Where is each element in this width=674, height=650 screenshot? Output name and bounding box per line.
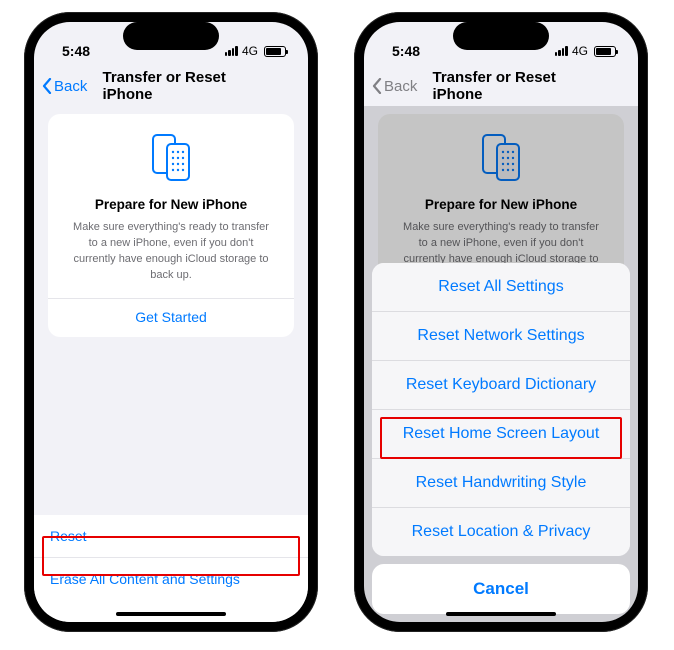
reset-row[interactable]: Reset (34, 515, 308, 557)
divider (48, 298, 294, 299)
bottom-list: Reset Erase All Content and Settings (34, 515, 308, 622)
card-heading: Prepare for New iPhone (62, 197, 280, 212)
back-button[interactable]: Back (42, 78, 87, 95)
get-started-button[interactable]: Get Started (62, 309, 280, 325)
action-sheet: Reset All Settings Reset Network Setting… (372, 263, 630, 614)
option-reset-all-settings[interactable]: Reset All Settings (372, 263, 630, 311)
option-reset-handwriting[interactable]: Reset Handwriting Style (372, 458, 630, 507)
erase-row[interactable]: Erase All Content and Settings (34, 557, 308, 600)
iphone-mockup-left: 5:48 4G Back Transfer or Reset iPhone (24, 12, 318, 632)
option-reset-keyboard-dict[interactable]: Reset Keyboard Dictionary (372, 360, 630, 409)
back-button[interactable]: Back (372, 78, 417, 95)
home-indicator[interactable] (446, 612, 556, 616)
page-title: Transfer or Reset iPhone (433, 69, 570, 103)
status-time: 5:48 (392, 43, 420, 59)
option-reset-location-privacy[interactable]: Reset Location & Privacy (372, 507, 630, 556)
status-time: 5:48 (62, 43, 90, 59)
two-iphones-icon (145, 132, 197, 187)
back-label: Back (54, 78, 87, 95)
nav-bar: Back Transfer or Reset iPhone (364, 66, 638, 106)
page-title: Transfer or Reset iPhone (103, 69, 240, 103)
battery-icon (264, 46, 286, 57)
option-reset-home-layout[interactable]: Reset Home Screen Layout (372, 409, 630, 458)
signal-icon (225, 46, 238, 56)
battery-icon (594, 46, 616, 57)
option-reset-network-settings[interactable]: Reset Network Settings (372, 311, 630, 360)
prepare-card: Prepare for New iPhone Make sure everyth… (48, 114, 294, 337)
back-label: Back (384, 78, 417, 95)
signal-icon (555, 46, 568, 56)
card-body: Make sure everything's ready to transfer… (62, 220, 280, 284)
dynamic-island (123, 22, 219, 50)
cancel-button[interactable]: Cancel (372, 564, 630, 614)
sheet-options: Reset All Settings Reset Network Setting… (372, 263, 630, 556)
chevron-left-icon (372, 78, 382, 94)
nav-bar: Back Transfer or Reset iPhone (34, 66, 308, 106)
network-label: 4G (242, 44, 258, 58)
home-indicator[interactable] (116, 612, 226, 616)
network-label: 4G (572, 44, 588, 58)
chevron-left-icon (42, 78, 52, 94)
iphone-mockup-right: 5:48 4G Back Transfer or Reset iPhone (354, 12, 648, 632)
dynamic-island (453, 22, 549, 50)
